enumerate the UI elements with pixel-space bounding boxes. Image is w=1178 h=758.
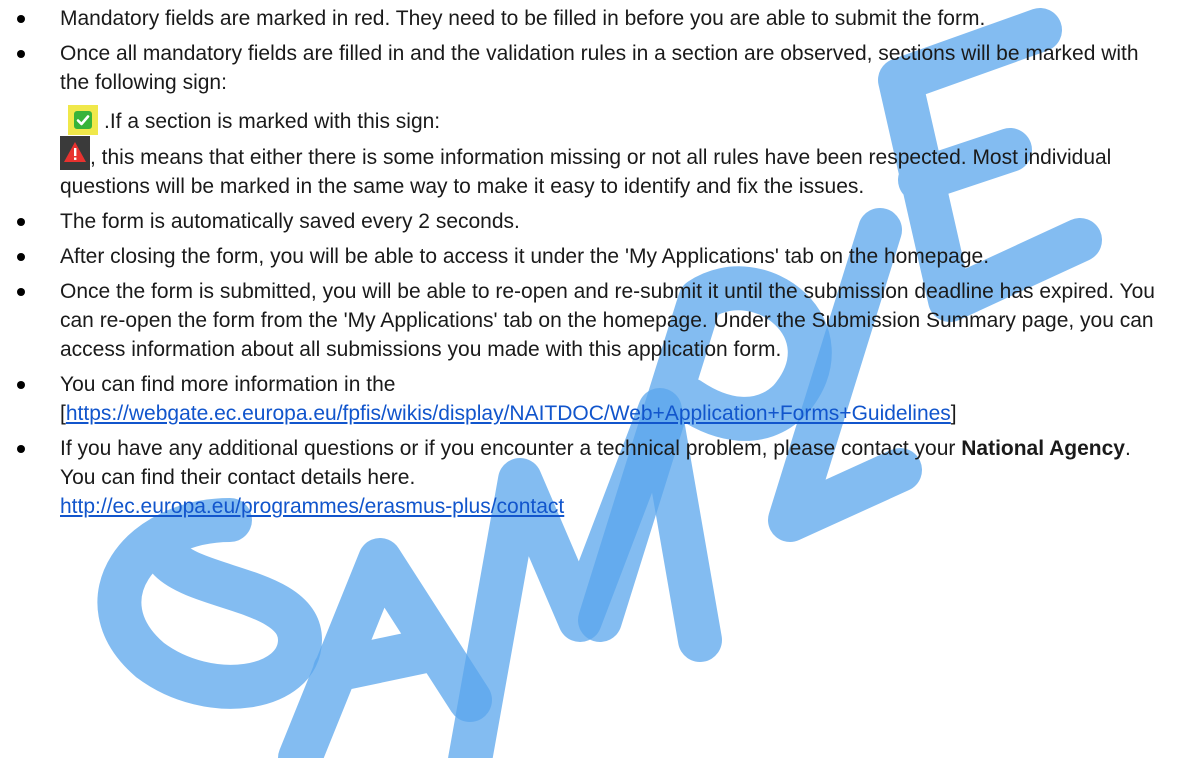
list-item: Once the form is submitted, you will be … xyxy=(0,277,1178,364)
guidelines-link[interactable]: https://webgate.ec.europa.eu/fpfis/wikis… xyxy=(66,402,951,425)
close-bracket: ] xyxy=(950,402,957,425)
bullet-dot xyxy=(17,50,25,58)
national-agency-label: National Agency xyxy=(961,437,1125,460)
watermark-letter-a xyxy=(278,538,492,758)
list-item: Mandatory fields are marked in red. They… xyxy=(0,4,1178,33)
warning-icon xyxy=(60,136,90,170)
bullet-dot xyxy=(17,288,25,296)
bullet-dot xyxy=(17,218,25,226)
list-item: If you have any additional questions or … xyxy=(0,434,1178,521)
bullet-dot xyxy=(17,445,25,453)
instructions-list-container: Mandatory fields are marked in red. They… xyxy=(0,0,1178,521)
resubmit-text: Once the form is submitted, you will be … xyxy=(60,280,1155,361)
warning-explanation-text: , this means that either there is some i… xyxy=(60,146,1112,198)
autosave-text: The form is automatically saved every 2 … xyxy=(60,210,520,233)
checkmark-icon xyxy=(68,105,98,135)
contact-link[interactable]: http://ec.europa.eu/programmes/erasmus-p… xyxy=(60,495,564,518)
bullet-dot xyxy=(17,253,25,261)
list-item: You can find more information in the [ht… xyxy=(0,370,1178,428)
bullet-dot xyxy=(17,381,25,389)
validation-text: Once all mandatory fields are filled in … xyxy=(60,42,1139,94)
access-text: After closing the form, you will be able… xyxy=(60,245,990,268)
list-item: The form is automatically saved every 2 … xyxy=(0,207,1178,236)
watermark-letter-s xyxy=(97,498,322,709)
instructions-list: Mandatory fields are marked in red. They… xyxy=(0,4,1178,521)
contact-text: If you have any additional questions or … xyxy=(60,437,956,460)
mandatory-fields-text: Mandatory fields are marked in red. They… xyxy=(60,7,986,30)
more-info-text: You can find more information in the xyxy=(60,373,396,396)
list-item: After closing the form, you will be able… xyxy=(0,242,1178,271)
bullet-dot xyxy=(17,15,25,23)
warning-intro-text: .If a section is marked with this sign: xyxy=(104,110,441,133)
list-item: Once all mandatory fields are filled in … xyxy=(0,39,1178,201)
